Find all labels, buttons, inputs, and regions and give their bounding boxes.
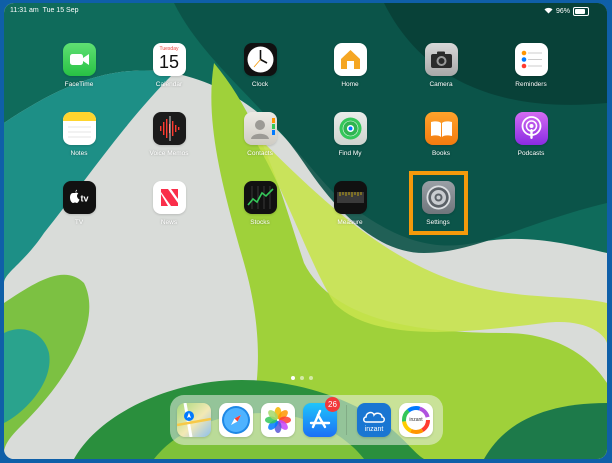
inzant-icon[interactable]: inzant bbox=[357, 403, 391, 437]
measure-icon bbox=[333, 181, 367, 214]
app-label: Find My bbox=[338, 150, 362, 157]
find-my-icon bbox=[333, 112, 367, 145]
battery-percent: 96% bbox=[555, 8, 570, 15]
status-time: 11:31 am bbox=[10, 7, 39, 14]
app-label: TV bbox=[74, 219, 84, 226]
books-icon bbox=[424, 112, 458, 145]
inzant-label: inzant bbox=[364, 426, 384, 433]
app-books[interactable]: Books bbox=[406, 112, 476, 157]
reminders-icon bbox=[514, 43, 548, 76]
app-podcasts[interactable]: Podcasts bbox=[496, 112, 566, 157]
app-reminders[interactable]: Reminders bbox=[496, 43, 566, 88]
app-measure[interactable]: Measure bbox=[315, 181, 385, 226]
status-bar: 11:31 am Tue 15 Sep 96% bbox=[4, 3, 607, 21]
app-news[interactable]: News bbox=[134, 181, 204, 226]
app-find-my[interactable]: Find My bbox=[315, 112, 385, 157]
app-label: News bbox=[160, 219, 178, 226]
safari-icon[interactable] bbox=[219, 403, 253, 437]
page-dot[interactable] bbox=[309, 376, 313, 380]
battery-icon bbox=[573, 7, 589, 16]
calendar-icon: Tuesday 15 bbox=[152, 43, 186, 76]
app-label: FaceTime bbox=[64, 81, 94, 88]
voice-memos-icon bbox=[152, 112, 186, 145]
clock-icon bbox=[243, 43, 277, 76]
apple-tv-icon: tv bbox=[62, 181, 96, 214]
app-voice-memos[interactable]: Voice Memos bbox=[134, 112, 204, 157]
app-facetime[interactable]: FaceTime bbox=[44, 43, 114, 88]
status-date: Tue 15 Sep bbox=[42, 7, 79, 14]
notes-icon bbox=[62, 112, 96, 145]
news-icon bbox=[152, 181, 186, 214]
app-label: Camera bbox=[429, 81, 453, 88]
app-contacts[interactable]: Contacts bbox=[225, 112, 295, 157]
stocks-icon bbox=[243, 181, 277, 214]
app-label: Contacts bbox=[247, 150, 273, 157]
app-label: Reminders bbox=[515, 81, 547, 88]
app-calendar[interactable]: Tuesday 15 Calendar bbox=[134, 43, 204, 88]
app-notes[interactable]: Notes bbox=[44, 112, 114, 157]
app-label: Notes bbox=[70, 150, 88, 157]
podcasts-icon bbox=[514, 112, 548, 145]
wifi-icon bbox=[544, 7, 553, 16]
contacts-icon bbox=[243, 112, 277, 145]
app-clock[interactable]: Clock bbox=[225, 43, 295, 88]
maps-icon[interactable] bbox=[177, 403, 211, 437]
app-stocks[interactable]: Stocks bbox=[225, 181, 295, 226]
app-label: Home bbox=[341, 81, 359, 88]
app-home[interactable]: Home bbox=[315, 43, 385, 88]
app-camera[interactable]: Camera bbox=[406, 43, 476, 88]
app-store-badge: 26 bbox=[325, 397, 340, 412]
app-label: Podcasts bbox=[517, 150, 545, 157]
status-right: 96% bbox=[544, 7, 589, 16]
app-label: Measure bbox=[337, 219, 363, 226]
app-label: Stocks bbox=[250, 219, 270, 226]
facetime-icon bbox=[62, 43, 96, 76]
calendar-date: 15 bbox=[158, 52, 180, 72]
status-time-date: 11:31 am Tue 15 Sep bbox=[10, 7, 79, 14]
svg-text:tv: tv bbox=[80, 194, 88, 204]
settings-highlight-box bbox=[409, 171, 468, 235]
app-label: Books bbox=[431, 150, 451, 157]
app-tv[interactable]: tv TV bbox=[44, 181, 114, 226]
dock: inzant inzant bbox=[170, 395, 443, 445]
page-indicator[interactable] bbox=[291, 376, 313, 380]
photos-icon[interactable] bbox=[261, 403, 295, 437]
dock-separator bbox=[346, 405, 347, 435]
app-label: Clock bbox=[251, 81, 269, 88]
home-icon bbox=[333, 43, 367, 76]
page-dot[interactable] bbox=[291, 376, 295, 380]
page-dot[interactable] bbox=[300, 376, 304, 380]
inzant-colorful-icon[interactable]: inzant bbox=[399, 403, 433, 437]
app-label: Calendar bbox=[155, 81, 183, 88]
app-label: Voice Memos bbox=[149, 150, 189, 157]
camera-icon bbox=[424, 43, 458, 76]
inzant-colorful-label: inzant bbox=[409, 417, 423, 423]
